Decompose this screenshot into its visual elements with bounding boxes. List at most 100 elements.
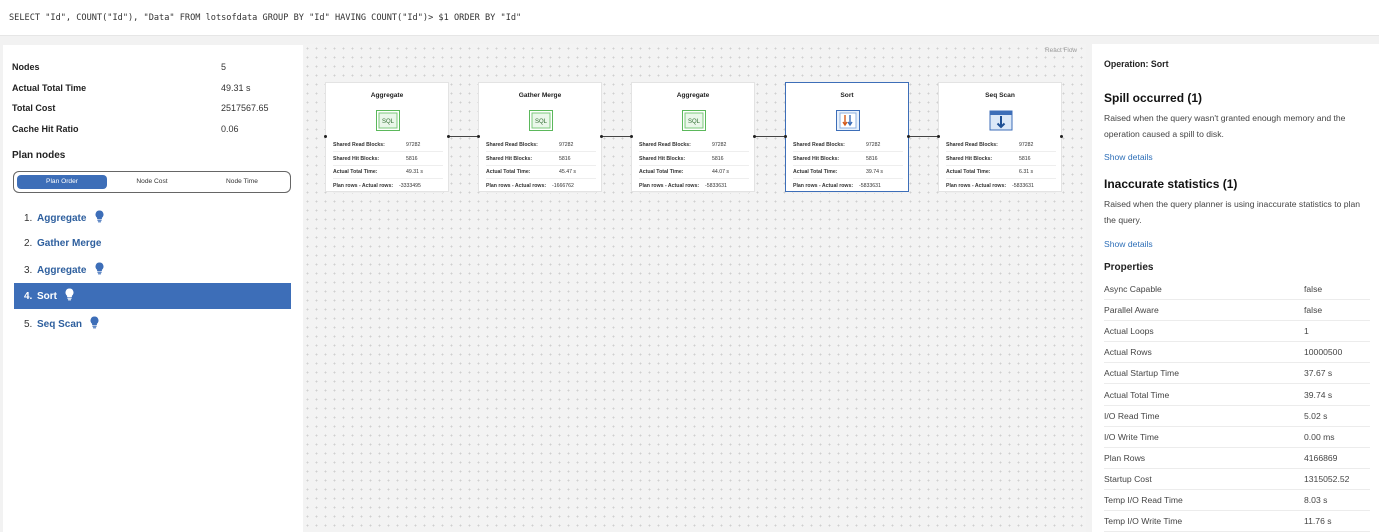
plan-node-number: 5. [24, 319, 33, 330]
operation-title: Operation: Sort [1104, 59, 1169, 69]
sql-icon: SQL [529, 110, 553, 131]
card-stat-label: Shared Read Blocks: [639, 142, 691, 148]
card-stat-value: 49.31 s [406, 169, 424, 175]
stat-value: 5 [221, 62, 227, 72]
card-stat-label: Shared Read Blocks: [486, 142, 538, 148]
node-handle[interactable] [753, 135, 756, 138]
query-bar: SELECT "Id", COUNT("Id"), "Data" FROM lo… [0, 0, 1379, 36]
card-stat-row: Shared Read Blocks: 97282 [486, 139, 596, 152]
property-row: Temp I/O Write Time 11.76 s [1104, 511, 1370, 532]
issue-description: Raised when the query planner is using i… [1104, 199, 1361, 225]
card-stat-label: Shared Hit Blocks: [486, 156, 533, 162]
card-stat-value: -5833631 [1012, 183, 1034, 189]
card-stat-value: 5816 [559, 156, 571, 162]
card-stat-value: -3333495 [399, 183, 421, 189]
card-stat-value: 6.31 s [1019, 169, 1034, 175]
card-stat-value: 97282 [712, 142, 727, 148]
property-key: Actual Startup Time [1104, 368, 1179, 379]
plan-nodes-title: Plan nodes [12, 150, 66, 161]
plan-node-label: Aggregate [37, 265, 87, 276]
plan-node-card[interactable]: Seq Scan Shared Read Blocks: 97282 Shared H… [938, 82, 1062, 193]
react-flow-attribution[interactable]: React Flow [1045, 47, 1077, 54]
plan-node-item[interactable]: 3. Aggregate [14, 257, 291, 283]
svg-text:SQL: SQL [382, 119, 395, 125]
plan-node-number: 3. [24, 265, 33, 276]
property-value: 1 [1304, 326, 1309, 337]
stat-total-cost: Total Cost 2517567.65 [12, 103, 292, 119]
property-key: Parallel Aware [1104, 305, 1159, 316]
property-key: Plan Rows [1104, 452, 1146, 463]
property-value: false [1304, 284, 1323, 294]
card-stat-row: Shared Read Blocks: 97282 [639, 139, 749, 152]
card-stat-row: Actual Total Time: 6.31 s [946, 166, 1056, 179]
card-stat-value: 5816 [1019, 156, 1031, 162]
card-stat-label: Plan rows - Actual rows: [486, 183, 547, 189]
property-value: false [1304, 305, 1323, 316]
card-title: Gather Merge [518, 92, 562, 99]
property-value: 0.00 ms [1304, 431, 1335, 442]
issue-title: Spill occurred (1) [1104, 91, 1203, 105]
property-key: Async Capable [1104, 284, 1162, 294]
card-stat-value: 44.07 s [712, 169, 730, 175]
plan-node-item[interactable]: 4. Sort [14, 283, 291, 309]
property-row: Temp I/O Read Time 8.03 s [1104, 490, 1370, 511]
node-handle[interactable] [630, 135, 633, 138]
plan-node-card[interactable]: Gather Merge SQL Shared Read Blocks: 97282 S… [478, 82, 602, 193]
card-stat-label: Shared Read Blocks: [946, 142, 998, 148]
node-handle[interactable] [907, 135, 910, 138]
card-title: Aggregate [370, 92, 404, 99]
card-stat-label: Plan rows - Actual rows: [639, 183, 700, 189]
property-key: Temp I/O Write Time [1104, 516, 1183, 527]
card-stat-row: Shared Hit Blocks: 5816 [793, 153, 903, 166]
property-key: Temp I/O Read Time [1104, 495, 1183, 505]
plan-node-card[interactable]: Sort Shared Read Blocks: 97282 Shared Hit B… [785, 82, 909, 193]
tab-plan-order[interactable]: Plan Order [17, 175, 107, 189]
node-handle[interactable] [1060, 135, 1063, 138]
property-row: Actual Startup Time 37.67 s [1104, 363, 1370, 385]
table-scan-icon [989, 110, 1013, 131]
plan-node-label: Sort [37, 291, 57, 302]
stat-label: Cache Hit Ratio [12, 124, 79, 134]
card-stat-value: -5833631 [705, 183, 727, 189]
show-details-link[interactable]: Show details [1104, 239, 1153, 249]
card-stat-label: Actual Total Time: [793, 169, 838, 175]
plan-node-item[interactable]: 5. Seq Scan [14, 311, 291, 337]
node-handle[interactable] [937, 135, 940, 138]
tab-node-cost[interactable]: Node Cost [107, 175, 197, 189]
card-title: Seq Scan [985, 92, 1015, 99]
node-handle[interactable] [477, 135, 480, 138]
stat-total-time: Actual Total Time 49.31 s [12, 83, 292, 99]
node-handle[interactable] [447, 135, 450, 138]
stat-value: 2517567.65 [221, 103, 269, 113]
edge-connector [909, 136, 938, 137]
card-stat-row: Plan rows - Actual rows: -1666762 [486, 180, 596, 193]
plan-node-item[interactable]: 1. Aggregate [14, 205, 291, 231]
stat-label: Actual Total Time [12, 83, 87, 93]
card-stat-value: 97282 [866, 142, 881, 148]
card-stat-value: 97282 [406, 142, 421, 148]
edge-connector [449, 136, 478, 137]
card-stat-row: Shared Hit Blocks: 5816 [486, 153, 596, 166]
svg-text:SQL: SQL [535, 119, 548, 125]
lightbulb-icon [89, 316, 100, 329]
plan-node-item[interactable]: 2. Gather Merge [14, 230, 291, 256]
show-details-link[interactable]: Show details [1104, 152, 1153, 162]
tab-node-time[interactable]: Node Time [197, 175, 287, 189]
property-key: Actual Loops [1104, 326, 1154, 337]
plan-node-card[interactable]: Aggregate SQL Shared Read Blocks: 97282 Shar… [631, 82, 755, 193]
node-handle[interactable] [784, 135, 787, 138]
property-row: Actual Loops 1 [1104, 321, 1370, 343]
plan-node-card[interactable]: Aggregate SQL Shared Read Blocks: 97282 Shar… [325, 82, 449, 193]
node-handle[interactable] [600, 135, 603, 138]
lightbulb-icon [94, 262, 105, 275]
plan-canvas[interactable]: React Flow Aggregate SQL Shared Read Block… [303, 44, 1086, 532]
card-stat-value: 97282 [559, 142, 574, 148]
card-stat-row: Plan rows - Actual rows: -5833631 [793, 180, 903, 193]
card-title: Aggregate [676, 92, 710, 99]
stat-cache-hit: Cache Hit Ratio 0.06 [12, 124, 292, 140]
card-stat-row: Shared Read Blocks: 97282 [793, 139, 903, 152]
node-handle[interactable] [324, 135, 327, 138]
card-stat-label: Shared Hit Blocks: [333, 156, 380, 162]
card-stat-value: 45.47 s [559, 169, 577, 175]
svg-text:SQL: SQL [688, 119, 701, 125]
